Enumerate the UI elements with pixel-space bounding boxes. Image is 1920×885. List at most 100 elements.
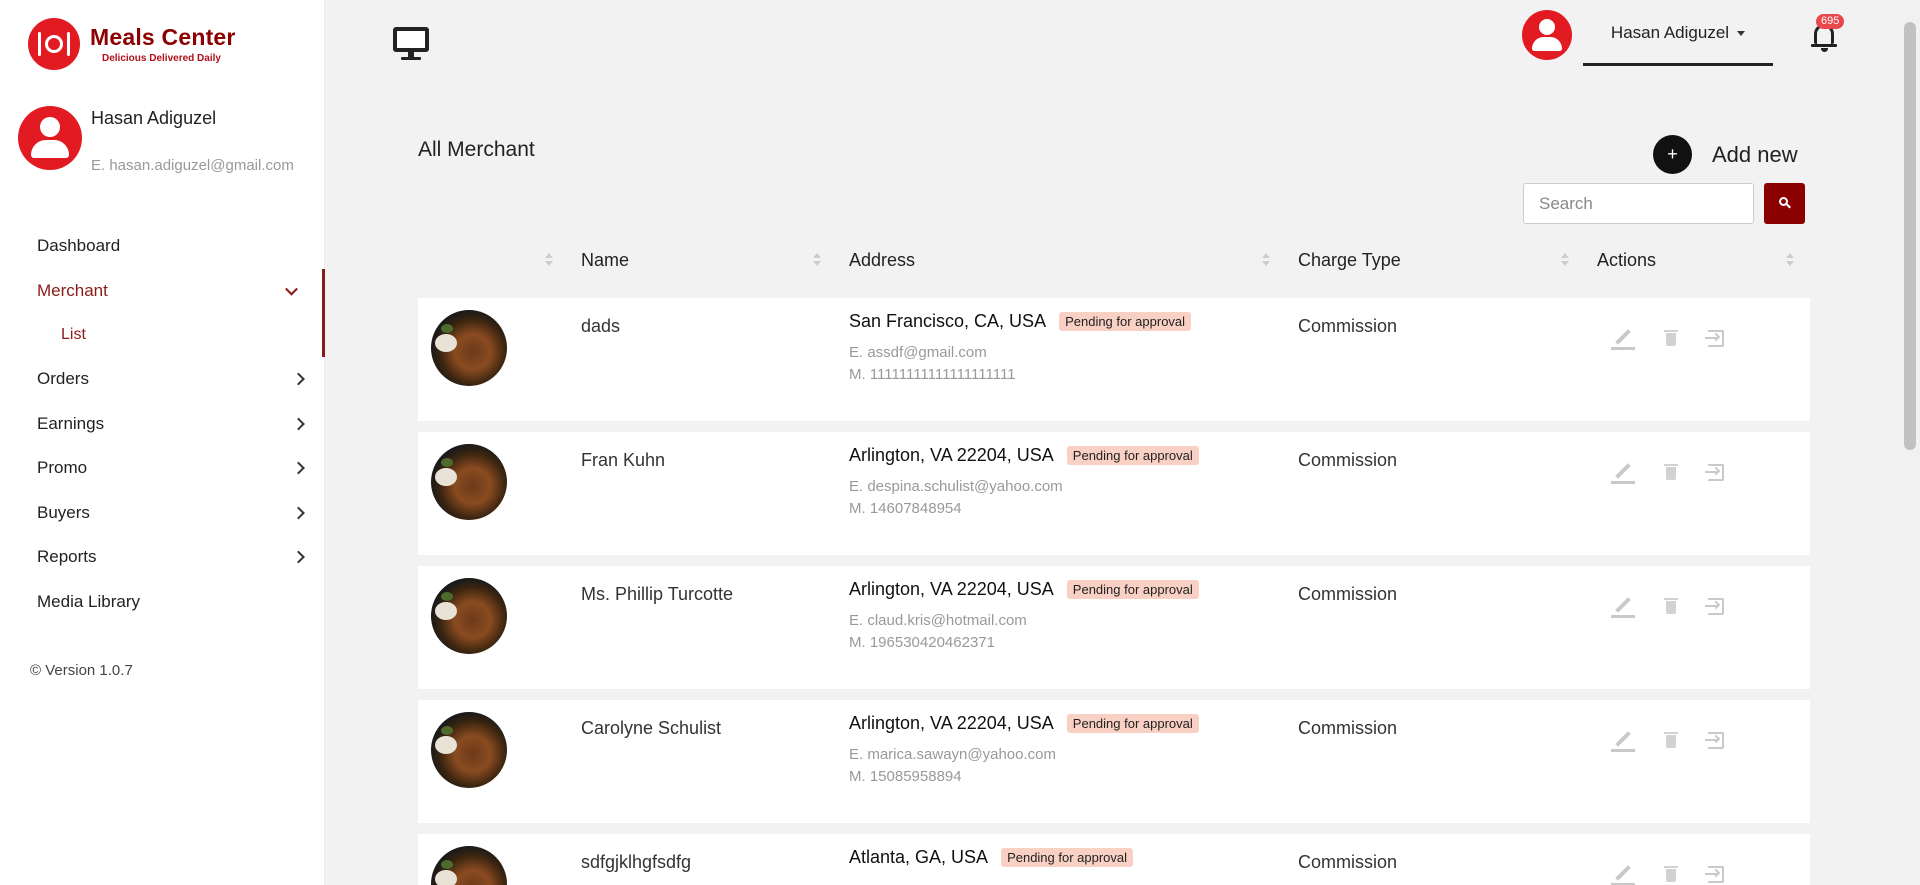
brand-title: Meals Center: [90, 24, 236, 50]
status-badge: Pending for approval: [1059, 312, 1192, 331]
login-icon[interactable]: [1702, 325, 1728, 351]
delete-icon[interactable]: [1658, 325, 1684, 351]
merchant-email: E. marica.sawayn@yahoo.com: [849, 746, 1056, 763]
merchant-name: Fran Kuhn: [581, 450, 666, 470]
sort-icon[interactable]: [1786, 251, 1794, 269]
table-row: Carolyne Schulist Arlington, VA 22204, U…: [418, 700, 1810, 823]
merchant-address: Arlington, VA 22204, USA: [849, 445, 1054, 465]
sort-icon[interactable]: [1561, 251, 1569, 269]
edit-icon[interactable]: [1610, 861, 1636, 885]
sidebar-item-label: Media Library: [37, 591, 140, 611]
table-row: Fran Kuhn Arlington, VA 22204, USA Pendin…: [418, 432, 1810, 555]
sort-icon[interactable]: [545, 251, 553, 269]
user-menu-name: Hasan Adiguzel: [1610, 23, 1730, 42]
merchant-charge-type: Commission: [1298, 852, 1398, 872]
merchant-email: E. assdf@gmail.com: [849, 344, 987, 361]
delete-icon[interactable]: [1658, 727, 1684, 753]
status-badge: Pending for approval: [1066, 714, 1199, 733]
merchant-charge-type: Commission: [1298, 450, 1398, 470]
brand-tagline: Delicious Delivered Daily: [102, 53, 221, 64]
page-scrollbar[interactable]: [1900, 0, 1920, 885]
sidebar-item-buyers[interactable]: Buyers: [0, 491, 325, 536]
sidebar-item-label: Dashboard: [37, 236, 121, 256]
sidebar-item-media-library[interactable]: Media Library: [0, 580, 325, 625]
search-button[interactable]: [1764, 183, 1805, 224]
column-header-name[interactable]: Name: [581, 250, 629, 271]
column-header-charge-type[interactable]: Charge Type: [1298, 250, 1401, 271]
merchant-name: Carolyne Schulist: [581, 718, 722, 738]
delete-icon[interactable]: [1658, 593, 1684, 619]
login-icon[interactable]: [1702, 861, 1728, 885]
merchant-email: E. despina.schulist@yahoo.com: [849, 478, 1063, 495]
sidebar-item-orders[interactable]: Orders: [0, 357, 325, 402]
page-title: All Merchant: [418, 138, 535, 161]
merchant-address: San Francisco, CA, USA: [849, 311, 1047, 331]
merchant-mobile: M. 196530420462371: [849, 634, 995, 651]
sort-icon[interactable]: [1262, 251, 1270, 269]
merchant-charge-type: Commission: [1298, 316, 1398, 336]
status-badge: Pending for approval: [1001, 848, 1134, 867]
sort-icon[interactable]: [813, 251, 821, 269]
brand-logo[interactable]: Meals Center Delicious Delivered Daily: [28, 18, 236, 70]
sidebar: Meals Center Delicious Delivered Daily H…: [0, 0, 325, 885]
table-row: sdfgjklhgfsdfg Atlanta, GA, USA Pending f…: [418, 834, 1810, 885]
edit-icon[interactable]: [1610, 593, 1636, 619]
chevron-right-icon: [292, 417, 305, 431]
plate-cutlery-icon: [28, 18, 80, 70]
caret-down-icon: [1737, 31, 1746, 36]
table-row: dads San Francisco, CA, USA Pending for a…: [418, 298, 1810, 421]
chevron-right-icon: [292, 550, 305, 564]
merchant-name: sdfgjklhgfsdfg: [581, 852, 692, 872]
merchant-image: [431, 310, 507, 386]
merchant-image: [431, 712, 507, 788]
merchant-image: [431, 578, 507, 654]
login-icon[interactable]: [1702, 459, 1728, 485]
profile-email: E. hasan.adiguzel@gmail.com: [91, 157, 294, 174]
sidebar-item-merchant-list[interactable]: List: [0, 313, 325, 357]
scrollbar-thumb[interactable]: [1904, 22, 1916, 450]
merchant-charge-type: Commission: [1298, 584, 1398, 604]
search-input[interactable]: [1523, 183, 1754, 224]
sidebar-item-earnings[interactable]: Earnings: [0, 402, 325, 447]
merchant-image: [431, 444, 507, 520]
profile-name: Hasan Adiguzel: [91, 108, 217, 128]
user-avatar-icon: [18, 106, 82, 170]
login-icon[interactable]: [1702, 593, 1728, 619]
chevron-right-icon: [292, 372, 305, 386]
sidebar-item-reports[interactable]: Reports: [0, 535, 325, 580]
monitor-icon[interactable]: [393, 27, 431, 61]
column-header-actions: Actions: [1597, 250, 1657, 270]
delete-icon[interactable]: [1658, 861, 1684, 885]
sidebar-item-label: List: [61, 326, 86, 343]
sidebar-item-merchant[interactable]: Merchant: [0, 268, 325, 313]
merchant-email: E. claud.kris@hotmail.com: [849, 612, 1027, 629]
sidebar-item-label: Orders: [37, 369, 89, 389]
sidebar-item-label: Merchant: [37, 280, 108, 300]
merchant-charge-type: Commission: [1298, 718, 1398, 738]
status-badge: Pending for approval: [1066, 580, 1199, 599]
user-menu-dropdown[interactable]: Hasan Adiguzel: [1583, 18, 1773, 66]
sidebar-item-dashboard[interactable]: Dashboard: [0, 224, 325, 269]
merchant-address: Atlanta, GA, USA: [849, 847, 989, 867]
table-row: Ms. Phillip Turcotte Arlington, VA 22204…: [418, 566, 1810, 689]
merchant-mobile: M. 14607848954: [849, 500, 962, 517]
sidebar-profile: Hasan Adiguzel E. hasan.adiguzel@gmail.c…: [18, 106, 294, 174]
sidebar-item-label: Earnings: [37, 413, 105, 433]
plus-icon: +: [1653, 135, 1692, 174]
version-text: © Version 1.0.7: [30, 662, 133, 679]
edit-icon[interactable]: [1610, 727, 1636, 753]
login-icon[interactable]: [1702, 727, 1728, 753]
add-new-button[interactable]: + Add new: [1653, 135, 1798, 174]
edit-icon[interactable]: [1610, 459, 1636, 485]
delete-icon[interactable]: [1658, 459, 1684, 485]
add-new-label: Add new: [1712, 141, 1798, 167]
sidebar-nav: Dashboard Merchant List Orders Earnings …: [0, 224, 325, 624]
user-avatar-icon[interactable]: [1522, 10, 1572, 60]
merchant-address: Arlington, VA 22204, USA: [849, 713, 1054, 733]
merchant-name: dads: [581, 316, 621, 336]
column-header-address[interactable]: Address: [849, 250, 915, 271]
chevron-down-icon: [285, 282, 298, 296]
merchant-image: [431, 846, 507, 885]
edit-icon[interactable]: [1610, 325, 1636, 351]
sidebar-item-promo[interactable]: Promo: [0, 446, 325, 491]
